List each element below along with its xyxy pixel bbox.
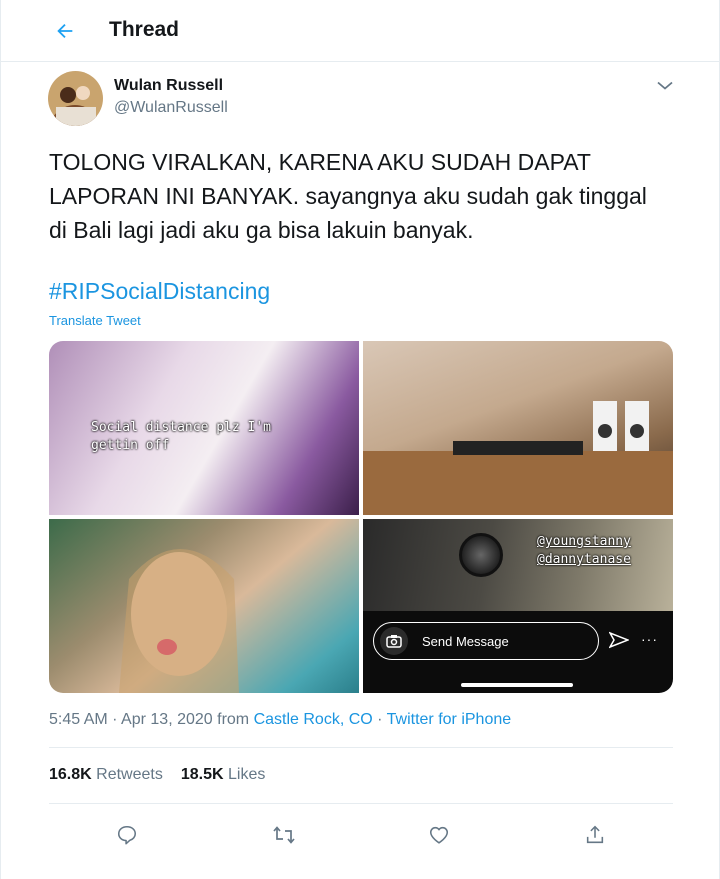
tweet-date[interactable]: Apr 13, 2020 <box>121 711 213 728</box>
home-indicator <box>461 683 573 687</box>
likes-label: Likes <box>223 766 266 783</box>
camera-icon[interactable] <box>380 627 408 655</box>
back-button[interactable] <box>45 12 85 50</box>
tweet-text: TOLONG VIRALKAN, KARENA AKU SUDAH DAPAT … <box>49 149 647 243</box>
media-photo-4[interactable]: @youngstanny @dannytanase Send Message ·… <box>363 519 673 693</box>
likes-stat[interactable]: 18.5K Likes <box>181 766 266 783</box>
share-icon <box>586 825 604 844</box>
chevron-down-icon <box>657 81 673 90</box>
arrow-left-icon <box>57 23 73 39</box>
retweet-button[interactable] <box>267 818 301 852</box>
source-link[interactable]: Twitter for iPhone <box>387 711 512 728</box>
meta-separator: · <box>372 711 387 728</box>
avatar[interactable] <box>48 71 103 126</box>
retweets-count: 16.8K <box>49 766 92 783</box>
media-photo-3[interactable] <box>49 519 359 693</box>
location-link[interactable]: Castle Rock, CO <box>254 711 373 728</box>
paper-plane-icon[interactable] <box>609 631 629 649</box>
likes-count: 18.5K <box>180 766 224 783</box>
tweet-actions <box>1 812 720 852</box>
page-title: Thread <box>109 18 180 41</box>
more-dots-icon[interactable]: ··· <box>641 631 658 647</box>
retweets-stat[interactable]: 16.8K Retweets <box>49 766 163 783</box>
photo-caption-overlay: Social distance plz I'm gettin off <box>91 420 272 453</box>
translate-tweet-link[interactable]: Translate Tweet <box>49 313 141 328</box>
share-button[interactable] <box>578 818 612 852</box>
author-name[interactable]: Wulan Russell <box>114 77 223 95</box>
meta-from: from <box>212 711 254 728</box>
tweet-meta: 5:45 AM · Apr 13, 2020 from Castle Rock,… <box>49 711 511 729</box>
divider <box>49 803 673 804</box>
tweet-menu-button[interactable] <box>651 74 679 98</box>
media-photo-2[interactable] <box>363 341 673 515</box>
divider <box>49 747 673 748</box>
knob <box>459 533 503 577</box>
retweet-icon <box>273 826 295 844</box>
send-message-field[interactable]: Send Message <box>373 622 599 660</box>
reply-button[interactable] <box>110 818 144 852</box>
like-button[interactable] <box>422 818 456 852</box>
mention-overlay: @youngstanny @dannytanase <box>537 534 631 567</box>
meta-separator: · <box>107 711 122 728</box>
header: Thread <box>1 0 720 62</box>
tweet-stats: 16.8K Retweets 18.5K Likes <box>49 766 265 784</box>
send-message-placeholder: Send Message <box>422 633 509 649</box>
hashtag-link[interactable]: #RIPSocialDistancing <box>49 278 270 305</box>
reply-icon <box>117 825 137 845</box>
author-handle[interactable]: @WulanRussell <box>114 99 228 117</box>
media-photo-1[interactable]: Social distance plz I'm gettin off <box>49 341 359 515</box>
dj-controller-image: @youngstanny @dannytanase <box>363 519 673 611</box>
like-icon <box>429 826 449 844</box>
retweets-label: Retweets <box>91 766 163 783</box>
media-grid: Social distance plz I'm gettin off @youn… <box>49 341 673 693</box>
tweet-time[interactable]: 5:45 AM <box>49 711 108 728</box>
tweet-frame: Thread Wulan Russell @WulanRussell TOLON… <box>0 0 720 879</box>
